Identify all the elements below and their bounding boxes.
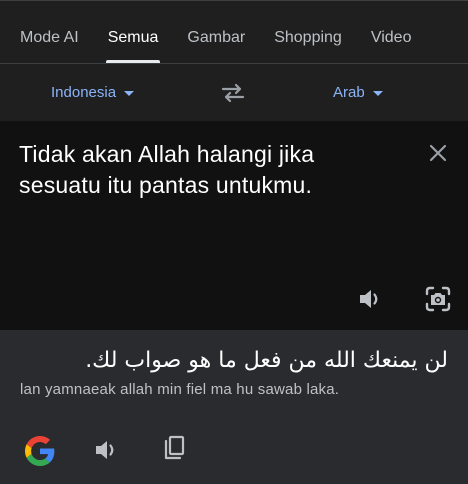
google-logo-icon[interactable] [25,436,55,466]
source-language-select[interactable]: Indonesia [51,84,135,101]
search-tabs: Mode AI Semua Gambar Shopping Video [0,0,468,64]
tab-video[interactable]: Video [371,0,412,64]
close-icon[interactable] [428,143,448,163]
translation-text: لن يمنعك الله من فعل ما هو صواب لك. [85,348,448,373]
source-panel: Tidak akan Allah halangi jika sesuatu it… [0,121,468,330]
transliteration-text: lan yamnaeak allah min fiel ma hu sawab … [20,381,340,398]
tab-mode-ai[interactable]: Mode AI [20,0,79,64]
language-bar: Indonesia Arab [0,64,468,121]
target-language-select[interactable]: Arab [333,84,383,101]
tab-semua[interactable]: Semua [105,0,161,64]
speaker-icon[interactable] [93,437,119,463]
caret-down-icon [372,91,383,96]
source-text-input[interactable]: Tidak akan Allah halangi jika sesuatu it… [19,139,359,201]
tab-gambar[interactable]: Gambar [187,0,245,64]
translation-panel: لن يمنعك الله من فعل ما هو صواب لك. lan … [0,330,468,484]
target-language-label: Arab [333,84,365,101]
swap-arrows-icon[interactable] [220,82,246,104]
tab-shopping[interactable]: Shopping [274,0,342,64]
source-language-label: Indonesia [51,84,117,101]
google-lens-icon[interactable] [424,285,452,313]
copy-icon[interactable] [161,434,187,462]
speaker-icon[interactable] [357,286,383,312]
caret-down-icon [124,91,135,96]
